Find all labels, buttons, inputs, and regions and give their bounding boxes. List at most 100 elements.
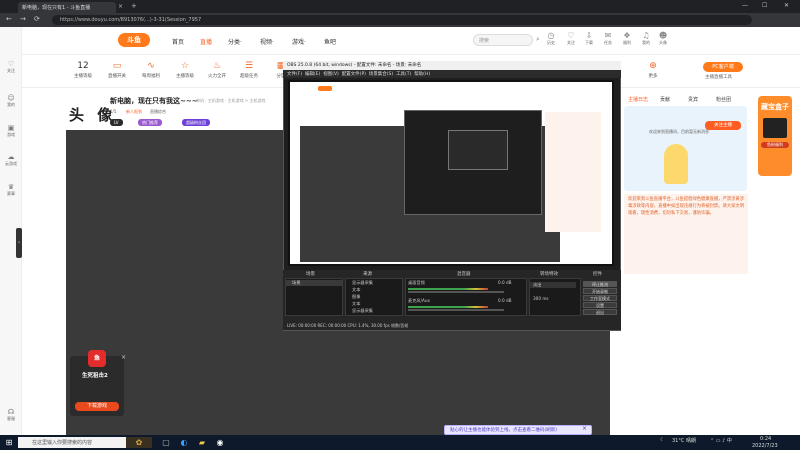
browser-tab[interactable]: 新电脑，现在只有1 - 斗鱼直播 (18, 2, 116, 13)
wave-icon: ∿ (147, 61, 155, 71)
sidebar-item-mine[interactable]: ☺ 我的 (0, 94, 22, 108)
maximize-icon[interactable]: ☐ (762, 2, 767, 9)
preview-nested-obs-inner (448, 130, 508, 170)
obs-menu-file[interactable]: 文件(F) (287, 72, 302, 77)
right-banner: 欢迎来到直播间，目前暂无新消息 (624, 106, 747, 191)
clock-time[interactable]: 0:24 (760, 436, 771, 442)
obs-menu-edit[interactable]: 编辑(E) (305, 72, 320, 77)
start-button-icon[interactable]: ⊞ (3, 437, 15, 448)
source-item[interactable]: 图像 (346, 294, 360, 300)
obs-menu-profile[interactable]: 配置文件(P) (342, 72, 366, 77)
nav-video[interactable]: 视频· (260, 37, 274, 46)
task-view-icon[interactable]: ▢ (160, 437, 172, 448)
toolbar-item-1[interactable]: ∿ 每周福利 (136, 61, 166, 79)
toolbar-item-2[interactable]: ☆ 主播等级 (170, 61, 200, 79)
tab-contribution[interactable]: 贡献 (660, 96, 670, 103)
obs-title-bar[interactable]: OBS 25.0.8 (64 bit, windows) - 配置文件: 未命名… (283, 61, 621, 70)
source-item[interactable]: 显示器采集 (346, 308, 373, 314)
sidebar-item-game[interactable]: ▣ 游戏 (0, 124, 22, 138)
nav-category[interactable]: 分类· (228, 37, 242, 46)
nav-home[interactable]: 首页 (172, 37, 184, 46)
nav-yuba[interactable]: 鱼吧 (324, 37, 336, 46)
file-explorer-icon[interactable]: ▰ (196, 437, 208, 448)
welfare-button[interactable]: ❖ 福利 (617, 31, 637, 46)
nav-game[interactable]: 游戏· (292, 37, 306, 46)
tray-icons[interactable]: ⌃ ▭ ♪ 中 (710, 437, 732, 444)
source-item[interactable]: 文本 (346, 287, 360, 293)
transition-select[interactable]: 淡出 (530, 282, 576, 288)
source-item[interactable]: 文本 (346, 301, 360, 307)
clock-date[interactable]: 2022/7/23 (752, 443, 778, 449)
sidebar-item-service[interactable]: ☊ 客服 (0, 408, 22, 422)
game-download-button[interactable]: 下载游戏 (75, 402, 119, 411)
obs-menu-scenes[interactable]: 场景集合(S) (369, 72, 393, 77)
collapse-sidebar-handle[interactable]: ‹ (16, 228, 22, 258)
toolbar-item-more[interactable]: ⊕ 更多 (638, 61, 668, 79)
download-button[interactable]: ⇩ 下载 (579, 31, 599, 46)
search-input[interactable]: 搜索 (473, 34, 533, 46)
toolbar-item-3[interactable]: ♨ 火力全开 (202, 61, 232, 79)
follow-button[interactable]: ♡ 关注 (561, 31, 581, 46)
nav-live[interactable]: 直播 (200, 37, 212, 46)
edge-browser-icon[interactable]: ◐ (178, 437, 190, 448)
hot-badge[interactable]: 热门推荐 (138, 119, 162, 126)
task-button[interactable]: ✉ 任务 (598, 31, 618, 46)
start-recording-button[interactable]: 开始录制 (583, 288, 617, 294)
close-ad-icon[interactable]: × (121, 354, 126, 361)
taskbar-widget-icon[interactable]: ✿ (126, 437, 152, 448)
settings-button[interactable]: 设置 (583, 302, 617, 308)
dock-title-sources: 来源 (363, 272, 372, 277)
tab-anchor-log[interactable]: 主播日志 (628, 96, 648, 103)
source-item[interactable]: 显示器采集 (346, 280, 373, 286)
obs-menu-view[interactable]: 视图(V) (323, 72, 339, 77)
close-window-icon[interactable]: ✕ (784, 2, 789, 9)
tab-fans[interactable]: 粉丝团 (716, 96, 731, 103)
sidebar-item-cloud-game[interactable]: ☁ 云游戏 (0, 153, 22, 167)
heart-icon: ♡ (7, 60, 15, 68)
toolbar-item-4[interactable]: ☰ 超级任务 (234, 61, 264, 79)
tab-vip[interactable]: 贵宾 (688, 96, 698, 103)
close-notice-icon[interactable]: × (582, 425, 587, 432)
scene-item[interactable]: 场景 (286, 280, 342, 286)
exit-button[interactable]: 退出 (583, 309, 617, 315)
obs-status-bar: LIVE: 00:00:00 REC: 00:00:00 CPU: 1.4%, … (283, 322, 621, 330)
volume-slider[interactable] (408, 291, 504, 293)
sidebar-item-match[interactable]: ♛ 赛事 (0, 183, 22, 197)
avatar[interactable]: ☻ 头像 (653, 31, 673, 46)
scenes-list[interactable]: 场景 (285, 278, 343, 316)
forward-arrow-icon[interactable]: → (20, 15, 26, 23)
close-tab-icon[interactable]: × (118, 3, 123, 10)
minimize-icon[interactable]: — (742, 2, 748, 9)
notice-banner[interactable]: 贴心的让主播也能体验到上线，点击查看二维码(刷新) (444, 425, 592, 435)
promo-treasure-box[interactable]: 藏宝盒子 鱼粉福利 (758, 96, 792, 176)
obs-menu-help[interactable]: 帮助(H) (414, 72, 430, 77)
pc-client-button[interactable]: PC客户端 (703, 62, 743, 72)
studio-mode-button[interactable]: 工作室模式 (583, 295, 617, 301)
fan-club-badge[interactable]: 超级粉丝团 (182, 119, 210, 126)
obs-menu-tools[interactable]: 工具(T) (396, 72, 411, 77)
dock-title-transitions: 转场特效 (540, 272, 558, 277)
taskbar-search-input[interactable]: 在这里输入你要搜索的内容 (18, 437, 136, 448)
obs-taskbar-icon[interactable]: ◉ (214, 437, 226, 448)
url-input[interactable]: https://www.douyu.com/8913076(...)-3-31(… (52, 15, 752, 25)
room-tag-b[interactable]: 直播综合 (150, 109, 166, 115)
new-tab-icon[interactable]: + (131, 2, 137, 10)
toolbar-item-0[interactable]: ▭ 直播开关 (102, 61, 132, 79)
reload-icon[interactable]: ⟳ (34, 15, 40, 23)
back-arrow-icon[interactable]: ← (6, 15, 12, 23)
volume-slider[interactable] (408, 309, 504, 311)
anchor-level[interactable]: 12 主播等级 (68, 61, 98, 79)
search-icon[interactable]: ⌕ (536, 35, 540, 44)
sources-list[interactable]: 显示器采集 文本 图像 文本 显示器采集 (345, 278, 403, 316)
stop-stream-button[interactable]: 停止推流 (583, 281, 617, 287)
room-tag-a[interactable]: 新人报到 (126, 109, 142, 115)
game-name: 生死狙击2 (82, 373, 108, 379)
download-icon: ⇩ (585, 31, 593, 40)
sidebar-item-follow[interactable]: ♡ 关注 (0, 60, 22, 74)
weather-text[interactable]: 31°C 晴朗 (672, 437, 696, 444)
history-button[interactable]: ◷ 历史 (541, 31, 561, 46)
follow-anchor-button[interactable]: 关注主播 (705, 121, 741, 130)
room-meta[interactable]: 单机 · 主机游戏 · 主机游戏 > 主机游戏 (196, 98, 266, 104)
douyu-logo[interactable]: 斗鱼 (118, 33, 150, 47)
transition-duration[interactable]: 300 ms (530, 296, 549, 302)
